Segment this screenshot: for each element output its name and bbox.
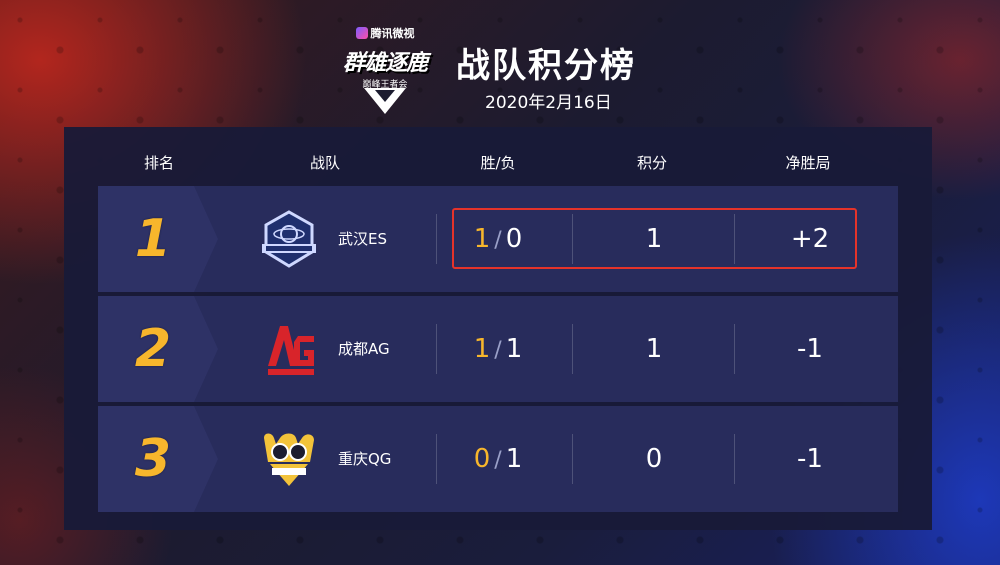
column-header-points: 积分 bbox=[636, 154, 668, 172]
column-divider bbox=[734, 434, 735, 484]
team-name: 成都AG bbox=[338, 340, 390, 358]
logo-main-text: 群雄逐鹿 bbox=[342, 51, 428, 76]
page-title: 战队积分榜 bbox=[456, 46, 636, 86]
rank-number: 2 bbox=[134, 319, 172, 379]
wins-value: 1 bbox=[473, 334, 491, 364]
column-divider bbox=[436, 434, 437, 484]
wins-value: 0 bbox=[473, 444, 491, 474]
logo-v-icon bbox=[364, 88, 406, 114]
event-logo: 腾讯微视 群雄逐鹿 巅峰王者会 bbox=[330, 24, 440, 116]
rank-number: 3 bbox=[134, 429, 172, 489]
team-name: 武汉ES bbox=[338, 230, 387, 248]
net-wins-value: -1 bbox=[797, 444, 823, 474]
team-name: 重庆QG bbox=[338, 450, 392, 468]
column-header-team: 战队 bbox=[309, 154, 341, 172]
losses-value: 1 bbox=[505, 334, 523, 364]
column-divider bbox=[572, 324, 573, 374]
sponsor-icon bbox=[355, 27, 368, 39]
points-value: 1 bbox=[645, 334, 663, 364]
column-header-rank: 排名 bbox=[143, 154, 175, 172]
sponsor-badge: 腾讯微视 bbox=[355, 25, 415, 41]
standings-row: 3 重庆QG 0/1 0 -1 bbox=[98, 406, 898, 512]
page-date: 2020年2月16日 bbox=[485, 93, 612, 113]
column-divider bbox=[436, 324, 437, 374]
column-header-record: 胜/负 bbox=[480, 154, 516, 172]
points-value: 0 bbox=[645, 444, 663, 474]
highlight-box bbox=[452, 208, 857, 269]
estar-pro-logo-icon bbox=[262, 210, 316, 268]
ag-logo-icon bbox=[268, 326, 314, 375]
sponsor-label: 腾讯微视 bbox=[370, 27, 415, 40]
record-separator: / bbox=[494, 448, 502, 473]
net-wins-value: -1 bbox=[797, 334, 823, 364]
win-loss-record: 0/1 bbox=[474, 406, 523, 512]
losses-value: 1 bbox=[505, 444, 523, 474]
win-loss-record: 1/1 bbox=[474, 296, 523, 402]
record-separator: / bbox=[494, 338, 502, 363]
column-divider bbox=[436, 214, 437, 264]
column-header-net: 净胜局 bbox=[785, 154, 831, 172]
qg-happy-logo-icon bbox=[264, 433, 314, 486]
column-divider bbox=[572, 434, 573, 484]
standings-row: 2 成都AG 1/1 1 -1 bbox=[98, 296, 898, 402]
column-divider bbox=[734, 324, 735, 374]
rank-number: 1 bbox=[134, 209, 172, 269]
